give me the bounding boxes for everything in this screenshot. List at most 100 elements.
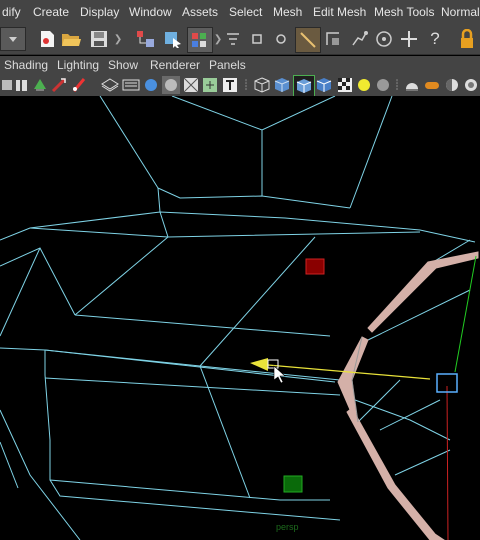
construction-history-icon: [376, 31, 392, 47]
snap-to-grid-button[interactable]: [222, 28, 244, 50]
safe-action-button[interactable]: [182, 76, 200, 94]
select-component-icon: [192, 33, 206, 47]
light-sphere-icon: [358, 79, 370, 91]
selected-edge-highlight: [367, 251, 479, 333]
smooth-shade-button[interactable]: [273, 76, 291, 94]
xray-icon: [465, 79, 477, 91]
save-scene-button[interactable]: [88, 28, 110, 50]
wireframe-button[interactable]: [253, 76, 271, 94]
menu-mesh-tools[interactable]: Mesh Tools: [374, 5, 434, 19]
select-by-hierarchy-button[interactable]: [134, 28, 158, 50]
select-object-icon: [165, 32, 181, 48]
ambient-occlusion-button[interactable]: [374, 76, 392, 94]
status-line: ❯ ❯ ?: [0, 24, 480, 55]
panel-menu-show[interactable]: Show: [108, 58, 138, 72]
capsule-icon: [425, 82, 439, 89]
menu-set-dropdown[interactable]: [0, 27, 26, 51]
manipulator-scale-handle[interactable]: [267, 359, 279, 369]
camera-attributes-icon: [2, 80, 12, 90]
perspective-viewport[interactable]: persp: [0, 96, 480, 540]
camera-attributes-button[interactable]: [0, 76, 14, 94]
xray-button[interactable]: [462, 76, 480, 94]
toolbar-separator: ┊: [393, 79, 401, 91]
help-button[interactable]: ?: [424, 28, 446, 50]
menu-window[interactable]: Window: [129, 5, 172, 19]
gate-mask-button[interactable]: [142, 76, 160, 94]
select-by-object-button[interactable]: [161, 28, 185, 50]
select-by-component-button[interactable]: [187, 27, 213, 53]
smooth-shade-cube-icon: [274, 78, 290, 92]
open-scene-icon: [62, 34, 81, 46]
make-live-icon: [352, 31, 368, 46]
textured-cube-icon: [316, 78, 332, 92]
snap-point-icon: [276, 34, 286, 44]
menu-modify[interactable]: dify: [2, 5, 21, 19]
menu-assets[interactable]: Assets: [182, 5, 218, 19]
bookmarks-icon: [16, 80, 27, 91]
gray-sphere-icon: [377, 79, 389, 91]
move-tool-icon: [401, 31, 417, 47]
y-axis-manipulator[interactable]: [454, 255, 477, 373]
resolution-gate-button[interactable]: [121, 76, 141, 94]
field-chart-button[interactable]: [162, 76, 180, 94]
grid-icon: [72, 78, 86, 92]
hemisphere-icon: [406, 83, 418, 91]
main-menu-bar: dify Create Display Window Assets Select…: [0, 0, 480, 25]
grid-button[interactable]: [70, 76, 88, 94]
menu-mesh[interactable]: Mesh: [273, 5, 302, 19]
open-scene-button[interactable]: [60, 28, 82, 50]
menu-create[interactable]: Create: [33, 5, 69, 19]
new-scene-button[interactable]: [36, 28, 58, 50]
menu-normals[interactable]: Normals: [441, 5, 480, 19]
mouse-cursor-icon: [273, 365, 286, 384]
mesh-wireframe: [0, 96, 479, 540]
lock-icon: [461, 29, 473, 48]
hud-text-icon: [223, 78, 237, 92]
safe-title-icon: [203, 78, 217, 92]
hud-button[interactable]: [221, 76, 239, 94]
isolate-select-button[interactable]: [443, 76, 461, 94]
dropdown-arrow-icon: [9, 37, 17, 42]
film-gate-button[interactable]: [100, 76, 120, 94]
bookmarks-button[interactable]: [14, 76, 30, 94]
textured-button[interactable]: [315, 76, 333, 94]
make-live-button[interactable]: [348, 28, 370, 50]
menu-select[interactable]: Select: [229, 5, 262, 19]
image-plane-icon: [34, 79, 46, 91]
2d-pan-zoom-button[interactable]: [50, 76, 68, 94]
shadows-button[interactable]: [355, 76, 373, 94]
lock-button[interactable]: [456, 28, 478, 50]
wireframe-cube-icon: [254, 77, 270, 93]
film-gate-icon: [101, 78, 119, 92]
safe-title-button[interactable]: [201, 76, 219, 94]
use-all-lights-button[interactable]: [336, 76, 354, 94]
snap-to-point-button[interactable]: [270, 28, 292, 50]
menu-display[interactable]: Display: [80, 5, 119, 19]
menu-edit-mesh[interactable]: Edit Mesh: [313, 5, 366, 19]
gate-mask-icon: [145, 79, 157, 91]
panel-menu-lighting[interactable]: Lighting: [57, 58, 99, 72]
red-manipulator-handle[interactable]: [305, 258, 325, 275]
texture-resolution-button[interactable]: [423, 76, 441, 94]
wireframe-on-shaded-button[interactable]: [293, 75, 315, 97]
move-tool-button[interactable]: [398, 28, 420, 50]
snap-to-curve-button[interactable]: [246, 28, 268, 50]
motion-blur-button[interactable]: [403, 76, 421, 94]
toolbar-separator: ❯: [113, 33, 123, 45]
new-scene-icon: [41, 31, 54, 47]
half-sphere-icon: [446, 79, 458, 91]
panel-toolbar: ┊ ┊: [0, 74, 480, 97]
panel-menu-renderer[interactable]: Renderer: [150, 58, 200, 72]
snap-grid-icon: [227, 33, 239, 45]
construction-history-button[interactable]: [373, 28, 395, 50]
panel-menu-shading[interactable]: Shading: [4, 58, 48, 72]
field-chart-icon: [165, 79, 177, 91]
green-manipulator-handle[interactable]: [283, 475, 303, 493]
resolution-gate-icon: [122, 79, 140, 91]
x-axis-manipulator[interactable]: [446, 385, 449, 540]
snap-to-projected-center-button[interactable]: [295, 27, 321, 53]
selected-edge-highlight-bottom: [346, 407, 445, 540]
snap-to-view-plane-button[interactable]: [322, 28, 344, 50]
panel-menu-panels[interactable]: Panels: [209, 58, 246, 72]
image-plane-button[interactable]: [31, 76, 49, 94]
